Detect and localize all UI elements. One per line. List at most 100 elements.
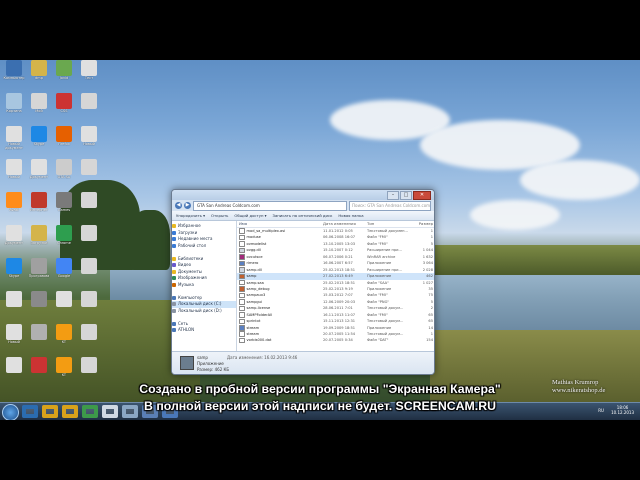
- folder-icon: [172, 302, 176, 307]
- shortcut-glyph-icon: [31, 225, 47, 241]
- explorer-window[interactable]: – □ ✕ ◀ ▶ GTA San Andreas Coldcom.com По…: [171, 189, 435, 375]
- desktop-shortcut-icon[interactable]: Новый: [2, 324, 26, 348]
- shortcut-glyph-icon: [6, 324, 22, 340]
- folder-icon: [172, 256, 176, 261]
- desktop-shortcut-icon[interactable]: [2, 357, 26, 381]
- desktop-shortcut-icon[interactable]: GTA SA: [52, 159, 76, 183]
- taskbar-app-icon[interactable]: [142, 405, 158, 418]
- file-type: Файл "DAT": [367, 338, 389, 343]
- desktop-shortcut-icon[interactable]: Новый: [2, 159, 26, 183]
- desktop-shortcut-icon[interactable]: Skype: [27, 126, 51, 150]
- shortcut-glyph-icon: [31, 126, 47, 142]
- desktop-shortcut-icon[interactable]: [77, 258, 101, 282]
- desktop-shortcut-icon[interactable]: [52, 291, 76, 315]
- desktop-shortcut-icon[interactable]: Новый: [77, 126, 101, 150]
- desktop-shortcut-icon[interactable]: KT: [52, 357, 76, 381]
- file-row[interactable]: vorbis000.dat 20.07.2005 0:34 Файл "DAT" 15…: [237, 337, 434, 344]
- desktop-shortcut-icon[interactable]: Документ: [2, 225, 26, 249]
- desktop-shortcut-icon[interactable]: Загрузки: [27, 225, 51, 249]
- taskbar-app-icon[interactable]: [162, 405, 178, 418]
- column-name-header[interactable]: Имя: [237, 221, 323, 227]
- desktop-shortcut-icon[interactable]: Документ: [27, 159, 51, 183]
- desktop-shortcut-icon[interactable]: [27, 324, 51, 348]
- desktop-shortcut-icon[interactable]: [27, 357, 51, 381]
- shortcut-glyph-icon: [31, 192, 47, 208]
- forward-arrow-icon[interactable]: ▶: [184, 202, 191, 209]
- column-size-header[interactable]: Размер: [417, 221, 433, 227]
- nav-item[interactable]: ATHLON: [172, 327, 236, 334]
- column-date-header[interactable]: Дата изменения: [323, 221, 367, 227]
- desktop-shortcut-icon[interactable]: Skype: [2, 258, 26, 282]
- desktop-shortcut-icon[interactable]: Компьютер: [2, 60, 26, 84]
- search-input[interactable]: Поиск: GTA San Andreas Coldcom.com: [349, 200, 431, 211]
- window-titlebar[interactable]: – □ ✕: [172, 190, 434, 200]
- desktop-shortcut-icon[interactable]: [77, 291, 101, 315]
- desktop-shortcut-icon[interactable]: Интернет: [27, 192, 51, 216]
- toolbar-button[interactable]: Новая папка: [338, 213, 363, 218]
- desktop-shortcut-icon[interactable]: [2, 291, 26, 315]
- toolbar-button[interactable]: Открыть: [211, 213, 228, 218]
- shortcut-glyph-icon: [56, 159, 72, 175]
- shortcut-glyph-icon: [56, 60, 72, 76]
- letterbox-bottom: [0, 420, 640, 480]
- desktop-shortcut-icon[interactable]: [77, 324, 101, 348]
- desktop-shortcut-icon[interactable]: [77, 192, 101, 216]
- desktop-shortcut-label: [77, 109, 101, 117]
- shortcut-glyph-icon: [81, 192, 97, 208]
- language-indicator[interactable]: RU: [598, 408, 604, 413]
- desktop-shortcut-icon[interactable]: KT: [52, 324, 76, 348]
- desktop-shortcut-label: [77, 175, 101, 183]
- toolbar-button[interactable]: Общий доступ ▾: [234, 213, 266, 218]
- taskbar-app-icon[interactable]: [122, 405, 138, 418]
- desktop-shortcut-icon[interactable]: Мой: [27, 93, 51, 117]
- desktop-shortcut-icon[interactable]: Games: [52, 192, 76, 216]
- toolbar-button[interactable]: Упорядочить ▾: [176, 213, 205, 218]
- letterbox-top: [0, 0, 640, 60]
- shortcut-glyph-icon: [6, 126, 22, 142]
- folder-icon: [172, 269, 176, 274]
- desktop-shortcut-label: KT: [61, 373, 67, 377]
- desktop-shortcut-icon[interactable]: Новый документ: [2, 126, 26, 150]
- desktop-shortcut-icon[interactable]: [77, 93, 101, 117]
- file-name-cell: vorbis000.dat: [237, 337, 323, 344]
- photo-credit-name: Mathias Krumrop: [552, 379, 599, 386]
- taskbar-app-icon[interactable]: [82, 405, 98, 418]
- desktop-shortcut-icon[interactable]: dmp: [27, 60, 51, 84]
- desktop-shortcut-icon[interactable]: [77, 357, 101, 381]
- desktop-shortcut-icon[interactable]: [27, 291, 51, 315]
- taskbar-app-icon[interactable]: [22, 405, 38, 418]
- desktop-shortcut-label: [27, 307, 51, 315]
- file-icon: [239, 292, 245, 299]
- folder-icon: [172, 230, 176, 235]
- clock-date[interactable]: 10.12.2013: [611, 410, 634, 415]
- desktop-shortcut-icon[interactable]: Firefox: [52, 126, 76, 150]
- desktop-shortcut-icon[interactable]: Корзина: [2, 93, 26, 117]
- column-type-header[interactable]: Тип: [367, 221, 417, 227]
- taskbar-app-icon[interactable]: [42, 405, 58, 418]
- desktop-shortcut-icon[interactable]: Jovid: [52, 60, 76, 84]
- desktop-shortcut-icon[interactable]: [77, 159, 101, 183]
- desktop-shortcut-icon[interactable]: [77, 225, 101, 249]
- maximize-button[interactable]: □: [400, 191, 412, 200]
- taskbar-app-icon[interactable]: [102, 405, 118, 418]
- desktop-shortcut-icon[interactable]: Google: [52, 258, 76, 282]
- taskbar-app-icon[interactable]: [62, 405, 78, 418]
- folder-icon: [172, 308, 176, 313]
- nav-item-label: ATHLON: [178, 327, 195, 332]
- minimize-button[interactable]: –: [387, 191, 399, 200]
- desktop-shortcut-icon[interactable]: CSS: [52, 93, 76, 117]
- desktop-shortcut-icon[interactable]: Программа: [27, 258, 51, 282]
- desktop-shortcut-label: dmp: [35, 76, 43, 80]
- desktop-shortcut-icon[interactable]: Avast: [2, 192, 26, 216]
- back-arrow-icon[interactable]: ◀: [175, 202, 182, 209]
- shortcut-glyph-icon: [6, 192, 22, 208]
- close-button[interactable]: ✕: [413, 191, 431, 200]
- address-bar[interactable]: GTA San Andreas Coldcom.com: [193, 200, 347, 211]
- nav-item-label: Рабочий стол: [178, 242, 207, 248]
- toolbar-button[interactable]: Записать на оптический диск: [273, 213, 333, 218]
- desktop-shortcut-icon[interactable]: Chrome: [52, 225, 76, 249]
- command-toolbar: Упорядочить ▾ Открыть Общий доступ ▾ Записа…: [172, 211, 434, 221]
- desktop-shortcut-icon[interactable]: Тест: [77, 60, 101, 84]
- start-button[interactable]: [2, 404, 19, 421]
- desktop-shortcut-label: [77, 208, 101, 216]
